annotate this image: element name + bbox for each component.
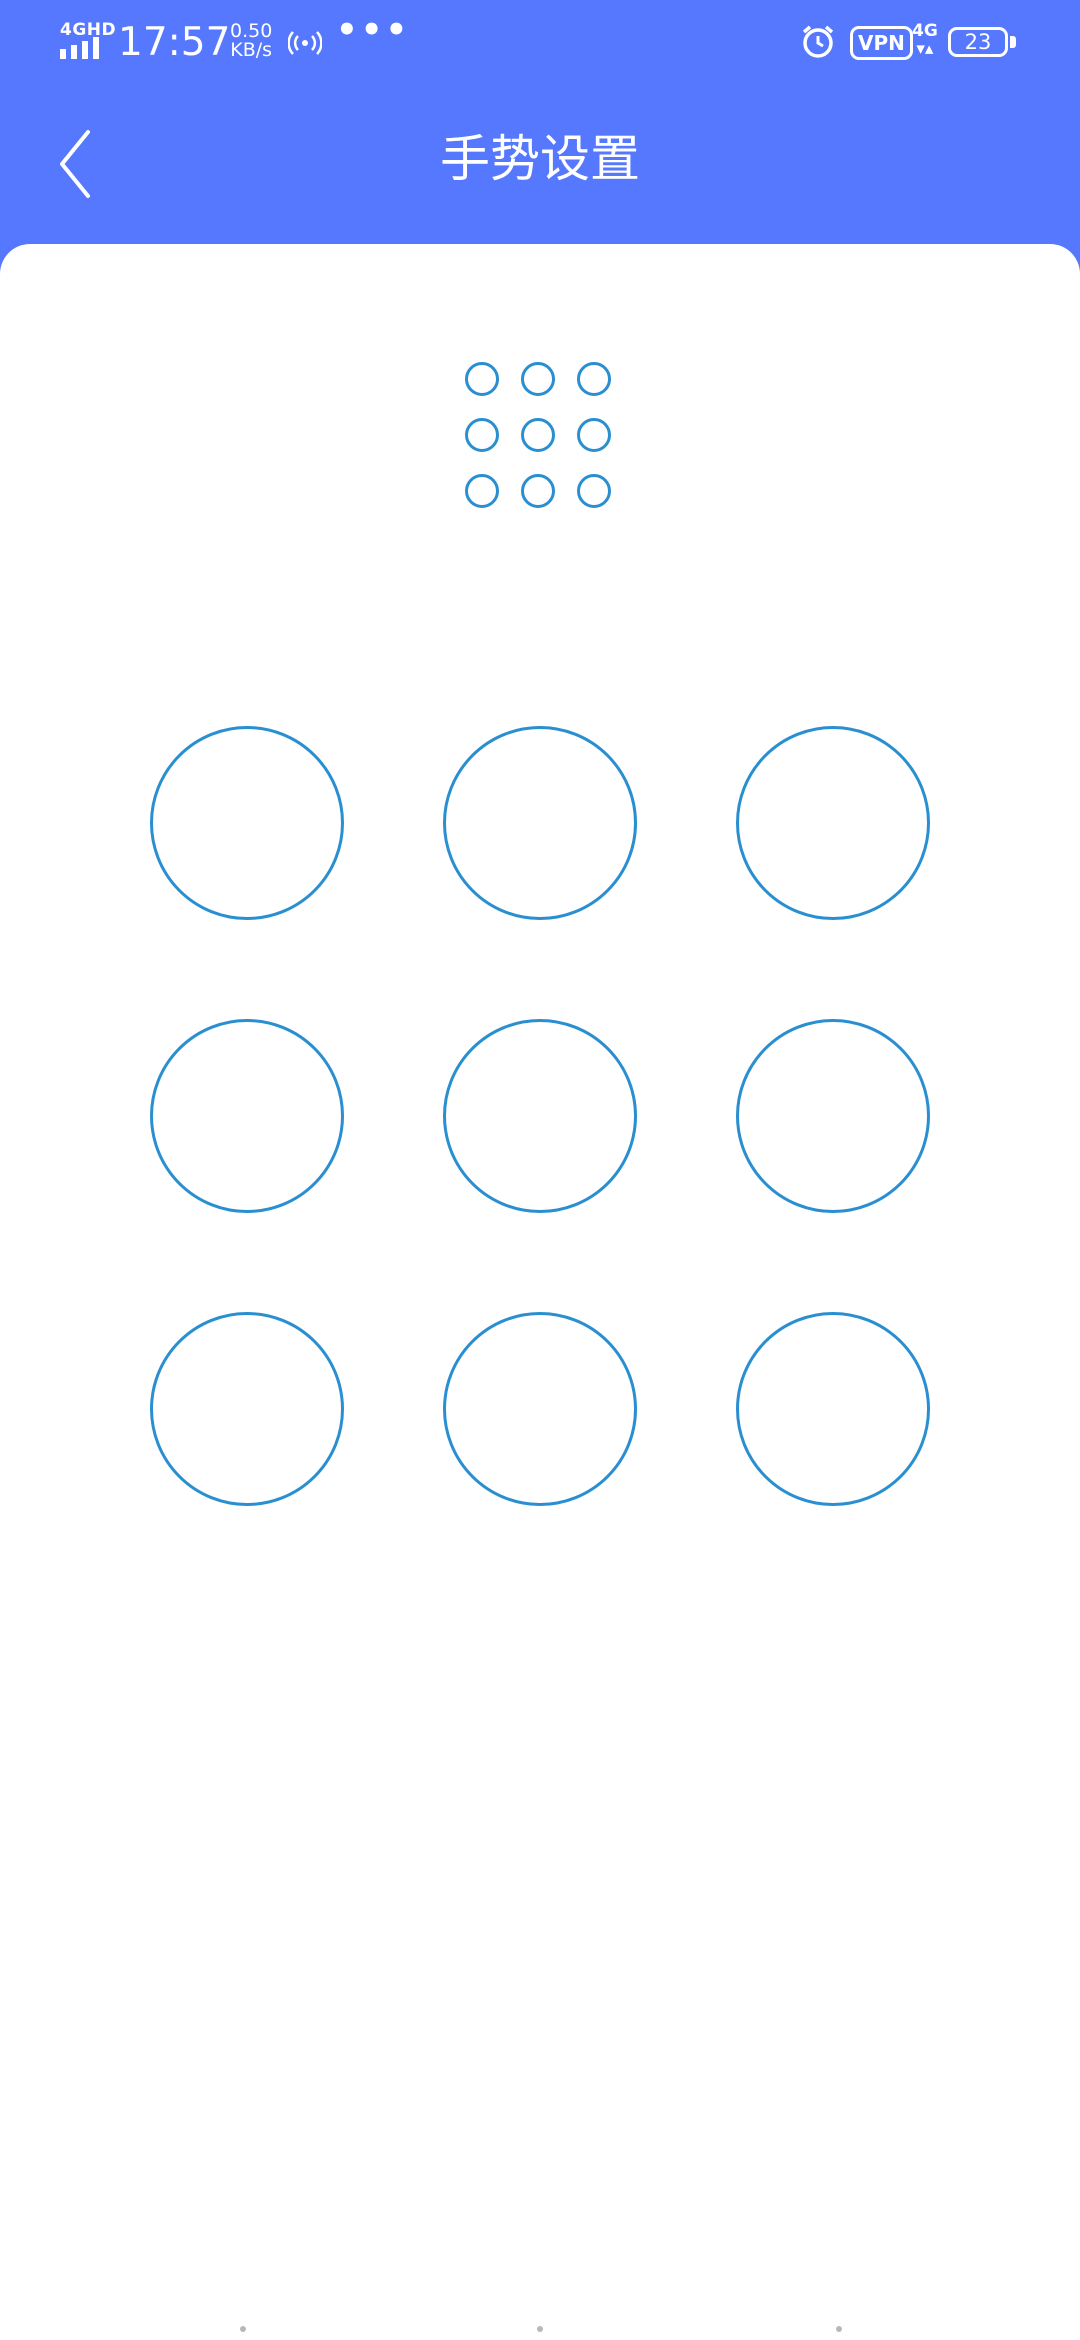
battery-level: 23 [964,30,992,54]
preview-dot [577,474,611,508]
gesture-node-8[interactable] [443,1312,637,1506]
gesture-node-2[interactable] [443,726,637,920]
page-title: 手势设置 [440,130,640,188]
preview-dot [521,362,555,396]
preview-dot [577,418,611,452]
preview-dot [521,474,555,508]
status-bar: 4GHD 17:57 0.50 KB/s ••• VPN 4G ▾▴ 23 [0,0,1080,84]
gesture-node-3[interactable] [736,726,930,920]
data-arrows-icon: ▾▴ [916,39,934,59]
gesture-node-7[interactable] [150,1312,344,1506]
vpn-badge: VPN [850,26,913,60]
content-card [0,244,1080,2340]
gesture-node-1[interactable] [150,726,344,920]
app-header: 手势设置 [0,84,1080,244]
preview-dot [465,362,499,396]
more-notifications-icon: ••• [336,10,411,50]
nav-hint-dot [537,2326,543,2332]
preview-dot [465,474,499,508]
signal-icon [60,37,99,59]
nav-hint-dot [240,2326,246,2332]
network-type-secondary: 4G [912,21,938,41]
gesture-pattern-pad[interactable] [150,726,930,1506]
battery-icon: 23 [948,27,1008,57]
gesture-node-5[interactable] [443,1019,637,1213]
mobile-data-indicator: 4G ▾▴ [912,22,938,58]
speed-unit: KB/s [230,39,273,61]
gesture-preview [455,362,625,522]
gesture-node-6[interactable] [736,1019,930,1213]
battery-tip [1010,36,1016,48]
preview-dot [465,418,499,452]
gesture-node-9[interactable] [736,1312,930,1506]
preview-dot [521,418,555,452]
alarm-icon [802,25,834,58]
nav-hint-dot [836,2326,842,2332]
gesture-node-4[interactable] [150,1019,344,1213]
status-time: 17:57 [118,20,231,65]
hotspot-icon [288,31,322,55]
network-speed: 0.50 KB/s [230,22,272,60]
preview-dot [577,362,611,396]
